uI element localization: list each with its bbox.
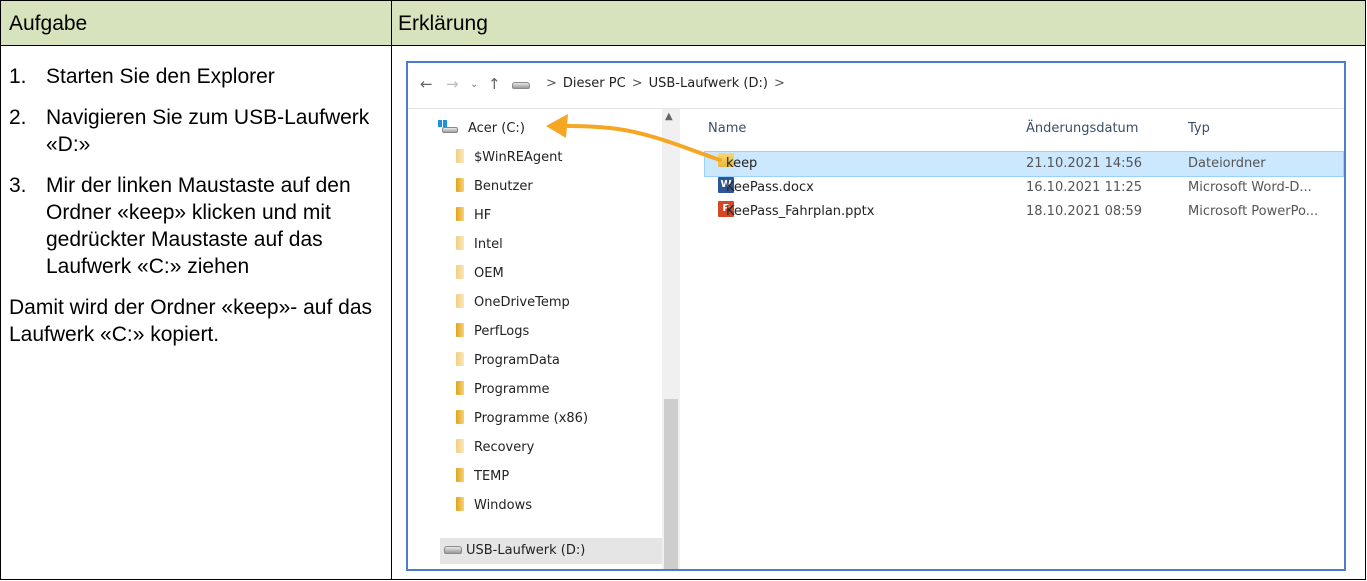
drag-arrow [546, 114, 722, 162]
drag-arrow-line [566, 124, 722, 162]
drag-arrow-head [546, 114, 568, 138]
